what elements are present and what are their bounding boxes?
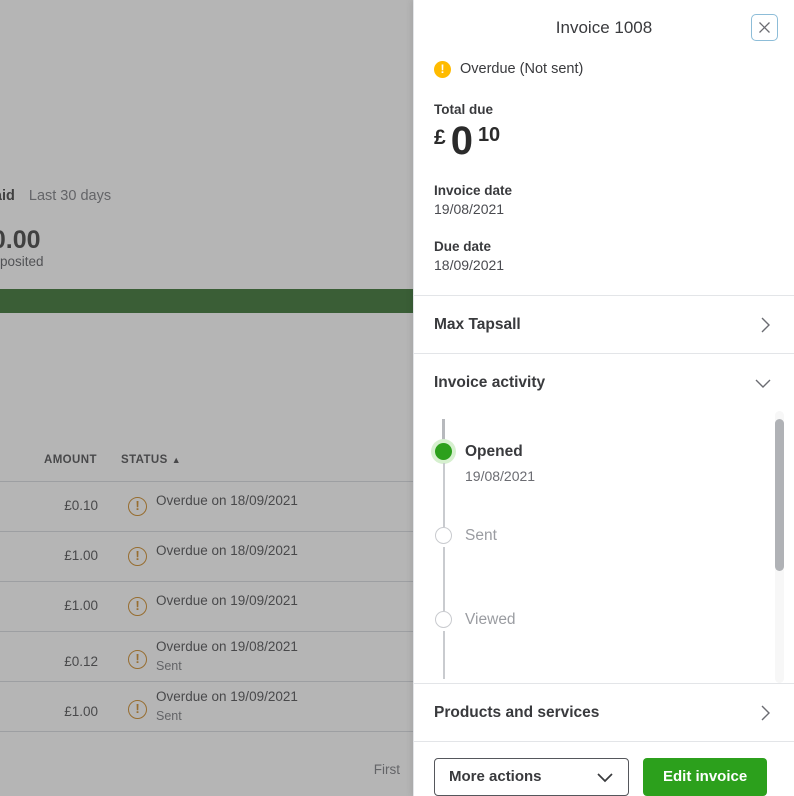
customer-name: Max Tapsall: [434, 315, 521, 333]
currency-symbol: £: [434, 126, 446, 149]
total-due-label: Total due: [434, 102, 493, 117]
row-status-main: Overdue on 19/09/2021: [156, 593, 298, 608]
timeline-connector: [442, 419, 445, 443]
timeline-marker-pending: [435, 527, 452, 544]
row-status: Overdue on 19/09/2021: [156, 591, 298, 611]
close-button[interactable]: [751, 14, 778, 41]
row-amount: £1.00: [64, 598, 98, 613]
timeline-connector: [443, 631, 445, 679]
timeline-item: Viewed: [414, 611, 794, 628]
paid-stat: 0.20 Paid Last 30 days: [0, 188, 111, 204]
status-badge-label: Overdue (Not sent): [460, 61, 584, 77]
status-badge: ! Overdue (Not sent): [434, 58, 774, 80]
timeline-item-label: Opened: [465, 443, 523, 460]
column-header-status[interactable]: STATUS ▲: [121, 454, 181, 466]
overdue-warning-icon: !: [128, 497, 147, 516]
drawer-footer: More actions Edit invoice: [414, 741, 794, 796]
products-section-header[interactable]: Products and services: [414, 684, 794, 741]
row-status-main: Overdue on 18/09/2021: [156, 493, 298, 508]
timeline-connector: [443, 547, 445, 611]
row-amount: £1.00: [64, 548, 98, 563]
column-header-status-label: STATUS: [121, 454, 168, 466]
table-row[interactable]: £1.00! Overdue on 19/09/2021 Sent: [0, 682, 420, 732]
products-section-title: Products and services: [434, 703, 600, 721]
timeline-item: Opened 19/08/2021: [414, 443, 794, 484]
paid-period: Last 30 days: [28, 188, 112, 204]
chevron-right-icon: [761, 705, 770, 720]
drawer-summary: ! Overdue (Not sent) Total due £ 0 10 In…: [414, 58, 794, 295]
row-status-sub: Sent: [156, 659, 182, 673]
table-body: £0.10! Overdue on 18/09/2021 £1.00! Overdue…: [0, 482, 420, 732]
summary-card: 0.20 Paid Last 30 days £0.00 ot deposited: [0, 0, 420, 289]
invoice-date-value: 19/08/2021: [434, 201, 505, 217]
total-due-amount: £ 0 10: [434, 121, 774, 161]
screen-root: 0.20 Paid Last 30 days £0.00 ot deposited…: [0, 0, 794, 796]
column-header-amount[interactable]: AMOUNT: [44, 454, 97, 466]
drawer-title: Invoice 1008: [555, 18, 653, 37]
customer-section-header[interactable]: Max Tapsall: [414, 296, 794, 353]
due-date-label: Due date: [434, 239, 492, 254]
table-row[interactable]: £1.00! Overdue on 19/09/2021: [0, 582, 420, 632]
more-actions-label: More actions: [449, 768, 542, 785]
deposit-amount: £0.00: [0, 226, 41, 254]
pagination-first-link[interactable]: First: [374, 762, 400, 777]
drawer-header: Invoice 1008: [414, 0, 794, 58]
overdue-warning-icon: !: [128, 597, 147, 616]
activity-section-header[interactable]: Invoice activity: [414, 354, 794, 411]
amount-cents: 10: [477, 124, 501, 146]
invoice-table: AMOUNT STATUS ▲ £0.10! Overdue on 18/09/20…: [0, 440, 420, 732]
table-row[interactable]: £0.12! Overdue on 19/08/2021 Sent: [0, 632, 420, 682]
timeline-connector: [443, 463, 445, 527]
row-status: Overdue on 19/09/2021 Sent: [156, 687, 298, 725]
row-amount: £1.00: [64, 704, 98, 719]
row-status-main: Overdue on 18/09/2021: [156, 543, 298, 558]
row-status: Overdue on 18/09/2021: [156, 491, 298, 511]
more-actions-button[interactable]: More actions: [434, 757, 629, 796]
chevron-down-icon: [755, 379, 771, 388]
timeline-marker-complete: [435, 443, 452, 460]
table-header-row: AMOUNT STATUS ▲: [0, 440, 420, 482]
invoice-detail-drawer: Invoice 1008 ! Overdue (Not sent) Total …: [413, 0, 794, 796]
invoice-date-label: Invoice date: [434, 183, 513, 198]
activity-section-title: Invoice activity: [434, 373, 546, 391]
activity-scrollbar[interactable]: [775, 411, 784, 683]
overdue-warning-icon: !: [128, 700, 147, 719]
activity-scrollbar-thumb[interactable]: [775, 419, 784, 571]
progress-bar: [0, 289, 420, 313]
overdue-warning-icon: !: [128, 547, 147, 566]
activity-section: Invoice activity Opened 19/08/2021 Sent Vie…: [414, 353, 794, 683]
table-row[interactable]: £0.10! Overdue on 18/09/2021: [0, 482, 420, 532]
row-amount: £0.12: [64, 654, 98, 669]
row-amount: £0.10: [64, 498, 98, 513]
sort-ascending-icon: ▲: [171, 455, 182, 465]
customer-section: Max Tapsall: [414, 295, 794, 353]
timeline-item-label: Sent: [465, 527, 497, 544]
timeline-item: Sent: [414, 527, 794, 544]
row-status: Overdue on 18/09/2021: [156, 541, 298, 561]
overdue-warning-icon: !: [128, 650, 147, 669]
edit-invoice-button[interactable]: Edit invoice: [643, 757, 768, 796]
chevron-right-icon: [761, 317, 770, 332]
close-icon: [759, 22, 770, 33]
products-section: Products and services: [414, 683, 794, 741]
row-status-sub: Sent: [156, 709, 182, 723]
timeline-item-date: 19/08/2021: [465, 468, 536, 484]
table-row[interactable]: £1.00! Overdue on 18/09/2021: [0, 532, 420, 582]
chevron-down-icon: [597, 772, 613, 782]
activity-timeline: Opened 19/08/2021 Sent Viewed: [414, 411, 794, 683]
paid-amount: 0.20 Paid: [0, 188, 15, 204]
pagination-bar: First: [0, 740, 420, 796]
timeline-marker-pending: [435, 611, 452, 628]
row-status-main: Overdue on 19/08/2021: [156, 639, 298, 654]
row-status: Overdue on 19/08/2021 Sent: [156, 637, 298, 675]
due-date-value: 18/09/2021: [434, 257, 505, 273]
timeline-items: Opened 19/08/2021 Sent Viewed: [414, 419, 794, 679]
warning-icon: !: [434, 60, 451, 78]
amount-whole: 0: [450, 119, 473, 163]
timeline-item-label: Viewed: [465, 611, 516, 628]
row-status-main: Overdue on 19/09/2021: [156, 689, 298, 704]
deposit-sublabel: ot deposited: [0, 254, 44, 269]
